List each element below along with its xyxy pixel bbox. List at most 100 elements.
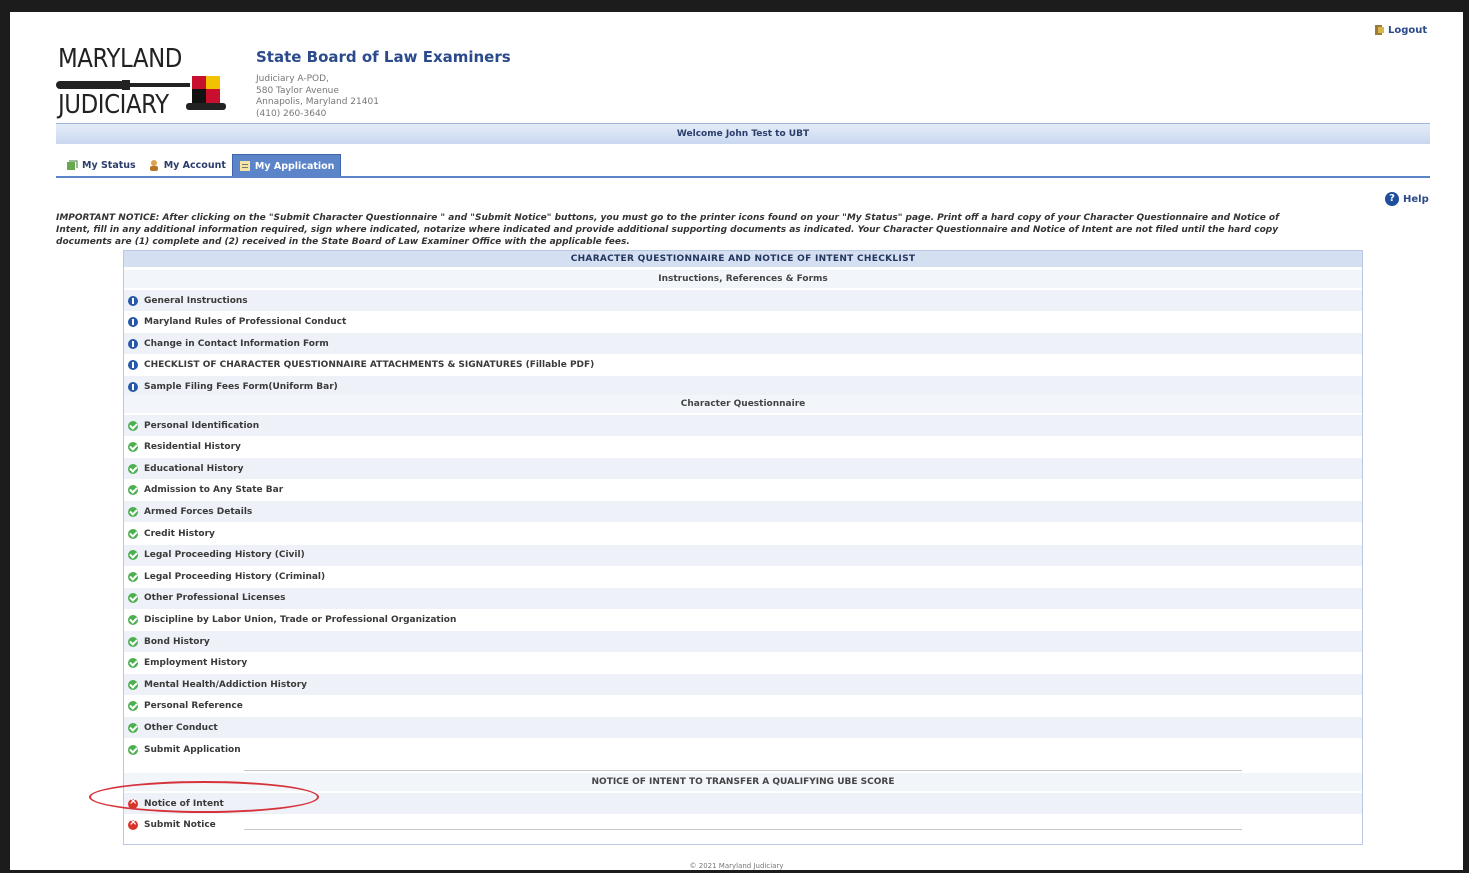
checklist-item-label: Armed Forces Details: [144, 506, 253, 517]
check-complete-icon: [128, 658, 138, 669]
address-line: Annapolis, Maryland 21401: [256, 97, 379, 107]
checklist-item[interactable]: Legal Proceeding History (Civil): [124, 544, 1362, 566]
checklist-item[interactable]: Bond History: [124, 631, 1362, 652]
checklist-item[interactable]: Personal Identification: [124, 415, 1362, 436]
check-complete-icon: [128, 636, 138, 647]
help-icon: ?: [1385, 192, 1399, 206]
copyright-footer: © 2021 Maryland Judiciary: [689, 862, 784, 870]
check-complete-icon: [128, 571, 138, 582]
tab-my-application[interactable]: My Application: [231, 154, 342, 178]
browser-page: MARYLAND JUDICIARY State Board of Law Ex…: [10, 12, 1463, 870]
checklist-item-label: CHECKLIST OF CHARACTER QUESTIONNAIRE ATT…: [144, 360, 595, 371]
maryland-judiciary-logo[interactable]: MARYLAND JUDICIARY: [56, 42, 232, 132]
section-divider: [244, 770, 1242, 771]
checklist-item-label: Educational History: [144, 463, 244, 474]
notice-line: Intent, fill in any additional informati…: [56, 225, 1279, 235]
section-heading: Character Questionnaire: [124, 395, 1362, 413]
checklist-item-label: Personal Identification: [144, 420, 260, 431]
info-icon: [128, 381, 138, 392]
address-line: Judiciary A-POD,: [256, 74, 329, 84]
checklist-item[interactable]: Change in Contact Information Form: [124, 333, 1362, 355]
status-icon: [67, 160, 78, 170]
checklist-item-label: Mental Health/Addiction History: [144, 679, 307, 690]
checklist-item-label: Sample Filing Fees Form(Uniform Bar): [144, 381, 338, 392]
checklist-item-label: Submit Notice: [144, 820, 216, 831]
checklist-item[interactable]: Submit Notice: [124, 814, 1362, 836]
check-complete-icon: [128, 722, 138, 733]
help-label: Help: [1403, 193, 1429, 205]
tab-label: My Status: [82, 159, 136, 171]
checklist-item[interactable]: Legal Proceeding History (Criminal): [124, 566, 1362, 588]
application-checklist: CHARACTER QUESTIONNAIRE AND NOTICE OF IN…: [123, 250, 1363, 845]
section-divider: [244, 829, 1242, 830]
checklist-item[interactable]: Admission to Any State Bar: [124, 479, 1362, 501]
checklist-item[interactable]: Submit Application: [124, 739, 1362, 760]
check-complete-icon: [128, 506, 138, 517]
checklist-item-label: Legal Proceeding History (Civil): [144, 550, 305, 561]
account-icon: [149, 160, 158, 171]
check-complete-icon: [128, 528, 138, 539]
info-icon: [128, 295, 138, 306]
checklist-item[interactable]: Personal Reference: [124, 695, 1362, 717]
notice-line: documents are (1) complete and (2) recei…: [56, 237, 630, 247]
check-complete-icon: [128, 679, 138, 690]
check-complete-icon: [128, 463, 138, 474]
checklist-item-label: Employment History: [144, 658, 248, 669]
section-heading: NOTICE OF INTENT TO TRANSFER A QUALIFYIN…: [124, 773, 1362, 791]
application-icon: [239, 161, 250, 171]
tab-my-account[interactable]: My Account: [142, 154, 232, 176]
checklist-item[interactable]: Mental Health/Addiction History: [124, 674, 1362, 696]
important-notice: IMPORTANT NOTICE: After clicking on the …: [56, 212, 1428, 248]
checklist-item-label: Maryland Rules of Professional Conduct: [144, 317, 347, 328]
checklist-item-label: Admission to Any State Bar: [144, 485, 284, 496]
checklist-item[interactable]: Maryland Rules of Professional Conduct: [124, 311, 1362, 333]
incomplete-x-icon: [128, 817, 138, 831]
checklist-item-label: Bond History: [144, 636, 210, 647]
checklist-item[interactable]: Educational History: [124, 458, 1362, 480]
check-complete-icon: [128, 701, 138, 712]
address-line: (410) 260-3640: [256, 108, 327, 119]
checklist-item[interactable]: Credit History: [124, 523, 1362, 544]
logo-line2: JUDICIARY: [58, 90, 169, 120]
checklist-item-label: Legal Proceeding History (Criminal): [144, 571, 326, 582]
checklist-item[interactable]: CHECKLIST OF CHARACTER QUESTIONNAIRE ATT…: [124, 354, 1362, 376]
logout-link[interactable]: Logout: [1374, 24, 1427, 36]
tab-label: My Account: [163, 159, 226, 171]
main-tabs: My Status My Account My Application: [60, 154, 342, 178]
checklist-item-label: Credit History: [144, 528, 215, 539]
welcome-banner: Welcome John Test to UBT: [56, 123, 1430, 144]
checklist-item[interactable]: General Instructions: [124, 290, 1362, 311]
check-complete-icon: [128, 442, 138, 453]
checklist-item-label: Personal Reference: [144, 701, 243, 712]
address-line: 580 Taylor Avenue: [256, 85, 339, 96]
notice-line: IMPORTANT NOTICE: After clicking on the …: [56, 213, 1280, 223]
checklist-item[interactable]: Armed Forces Details: [124, 501, 1362, 523]
page-title: State Board of Law Examiners: [256, 48, 511, 66]
checklist-item-label: Change in Contact Information Form: [144, 338, 329, 349]
checklist-item-label: Other Professional Licenses: [144, 593, 286, 604]
checklist-item-label: Submit Application: [144, 744, 241, 755]
check-complete-icon: [128, 744, 138, 755]
checklist-item-label: Discipline by Labor Union, Trade or Prof…: [144, 614, 457, 625]
tab-my-status[interactable]: My Status: [60, 154, 142, 176]
check-complete-icon: [128, 614, 138, 625]
check-complete-icon: [128, 593, 138, 604]
annotation-circle: [89, 781, 319, 813]
info-icon: [128, 317, 138, 328]
checklist-item-label: General Instructions: [144, 295, 248, 306]
check-complete-icon: [128, 550, 138, 561]
checklist-item[interactable]: Residential History: [124, 436, 1362, 458]
checklist-item[interactable]: Employment History: [124, 652, 1362, 674]
logout-icon: [1375, 25, 1384, 35]
check-complete-icon: [128, 420, 138, 431]
checklist-item[interactable]: Discipline by Labor Union, Trade or Prof…: [124, 609, 1362, 631]
checklist-item[interactable]: Other Conduct: [124, 717, 1362, 739]
check-complete-icon: [128, 485, 138, 496]
checklist-item[interactable]: Other Professional Licenses: [124, 587, 1362, 609]
info-icon: [128, 338, 138, 349]
tab-label: My Application: [254, 160, 335, 172]
checklist-item-label: Residential History: [144, 442, 241, 453]
checklist-title: CHARACTER QUESTIONNAIRE AND NOTICE OF IN…: [124, 251, 1362, 267]
help-link[interactable]: ? Help: [1385, 192, 1429, 206]
section-heading: Instructions, References & Forms: [124, 270, 1362, 288]
